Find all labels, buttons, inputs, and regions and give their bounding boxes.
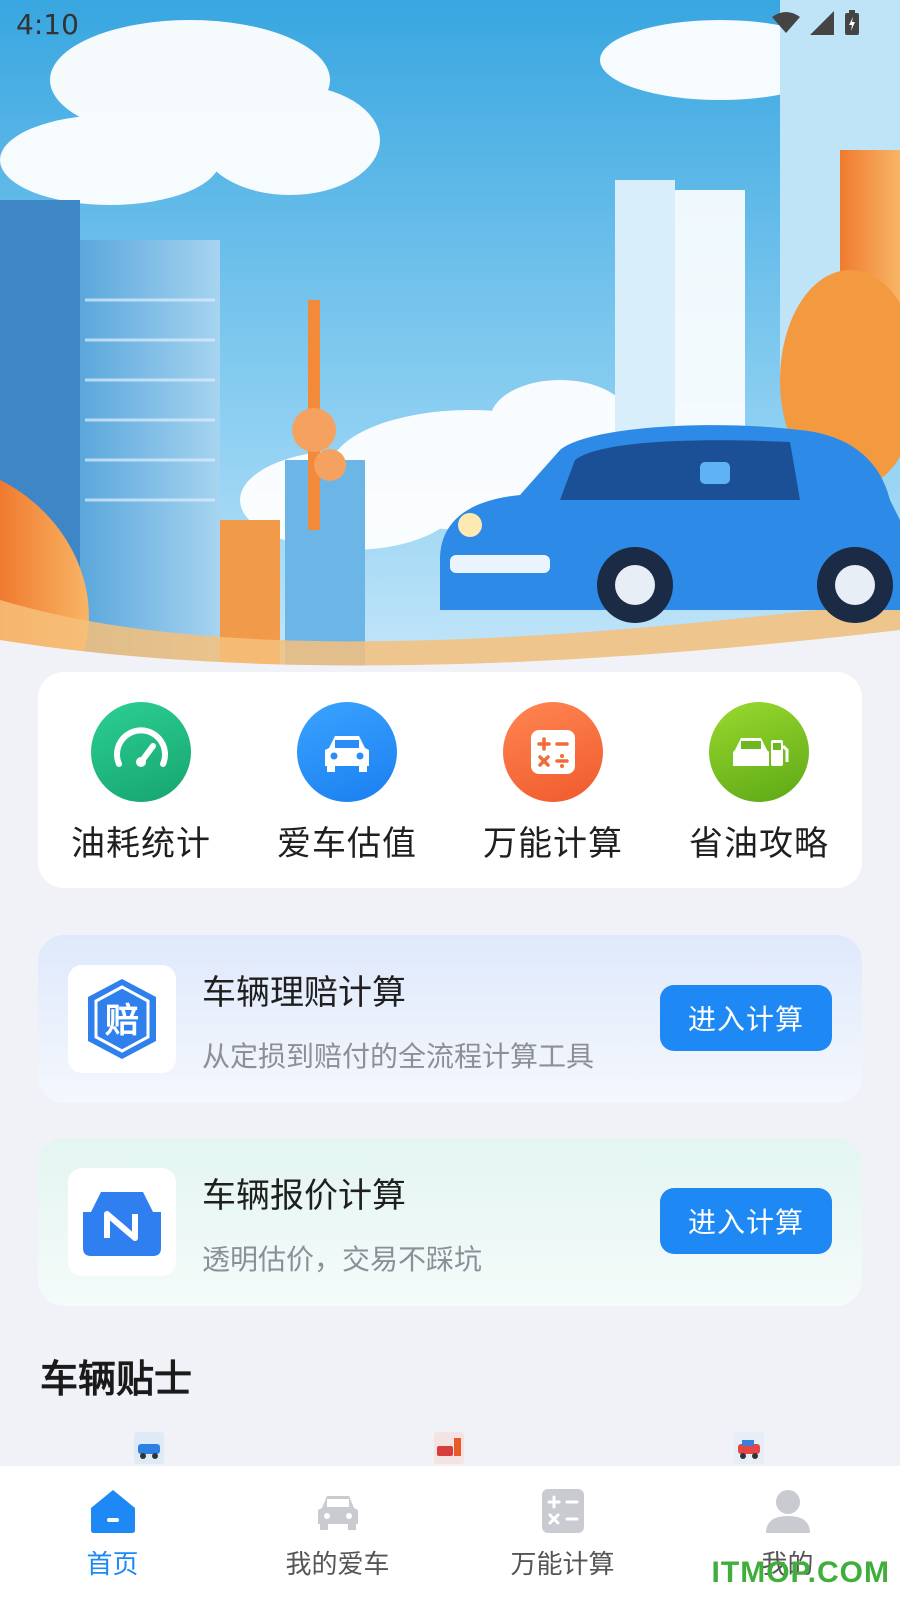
nav-label: 首页 xyxy=(86,1550,139,1580)
tip-thumbnail[interactable] xyxy=(134,1432,164,1464)
car-icon xyxy=(317,1496,358,1530)
quick-label: 万能计算 xyxy=(483,824,623,864)
nav-home[interactable]: 首页 xyxy=(13,1466,213,1581)
quick-label: 爱车估值 xyxy=(277,824,417,864)
quick-label: 省油攻略 xyxy=(689,824,829,864)
watermark: ITMOP.COM xyxy=(711,1556,890,1589)
fuel-car-icon xyxy=(709,702,809,802)
car-front-icon xyxy=(297,702,397,802)
claim-icon-char: 赔 xyxy=(105,1001,139,1041)
quick-universal-calc[interactable]: 万能计算 xyxy=(453,702,653,865)
signal-icon xyxy=(810,11,834,35)
enter-calc-button[interactable]: 进入计算 xyxy=(660,985,832,1051)
city-car-illustration xyxy=(0,0,900,720)
tips-section-title: 车辆贴士 xyxy=(40,1357,193,1401)
speedometer-icon xyxy=(91,702,191,802)
battery-icon xyxy=(845,10,859,35)
quick-label: 油耗统计 xyxy=(71,824,211,864)
nav-calculator[interactable]: 万能计算 xyxy=(463,1466,663,1581)
quick-actions-card: 油耗统计 爱车估值 万能计算 省油攻略 xyxy=(38,672,862,888)
hero-banner xyxy=(0,0,900,720)
nav-my-car[interactable]: 我的爱车 xyxy=(238,1466,438,1581)
enter-calc-button[interactable]: 进入计算 xyxy=(660,1188,832,1254)
status-time: 4:10 xyxy=(16,8,79,41)
status-bar: 4:10 xyxy=(0,0,900,50)
user-icon xyxy=(765,1490,810,1533)
quote-calc-card[interactable]: 车辆报价计算 透明估价，交易不踩坑 进入计算 xyxy=(38,1138,862,1306)
tip-thumbnail[interactable] xyxy=(734,1432,764,1464)
home-icon xyxy=(90,1490,135,1533)
card-subtitle: 从定损到赔付的全流程计算工具 xyxy=(202,1040,595,1073)
wifi-icon xyxy=(772,12,800,33)
card-subtitle: 透明估价，交易不踩坑 xyxy=(202,1243,483,1276)
calculator-icon xyxy=(503,702,603,802)
status-icons xyxy=(772,10,860,36)
card-title: 车辆报价计算 xyxy=(202,1176,406,1216)
tips-row xyxy=(0,1432,900,1468)
claim-shield-icon: 赔 xyxy=(68,965,176,1073)
claim-calc-card[interactable]: 赔 车辆理赔计算 从定损到赔付的全流程计算工具 进入计算 xyxy=(38,935,862,1103)
card-title: 车辆理赔计算 xyxy=(202,973,406,1013)
nav-label: 我的爱车 xyxy=(285,1550,390,1580)
quick-fuel-stats[interactable]: 油耗统计 xyxy=(41,702,241,865)
calculator-icon xyxy=(541,1489,584,1533)
quick-car-valuation[interactable]: 爱车估值 xyxy=(247,702,447,865)
tip-thumbnail[interactable] xyxy=(434,1432,464,1464)
nav-label: 万能计算 xyxy=(510,1550,615,1580)
quote-car-icon xyxy=(68,1168,176,1276)
quick-fuel-guide[interactable]: 省油攻略 xyxy=(659,702,859,865)
